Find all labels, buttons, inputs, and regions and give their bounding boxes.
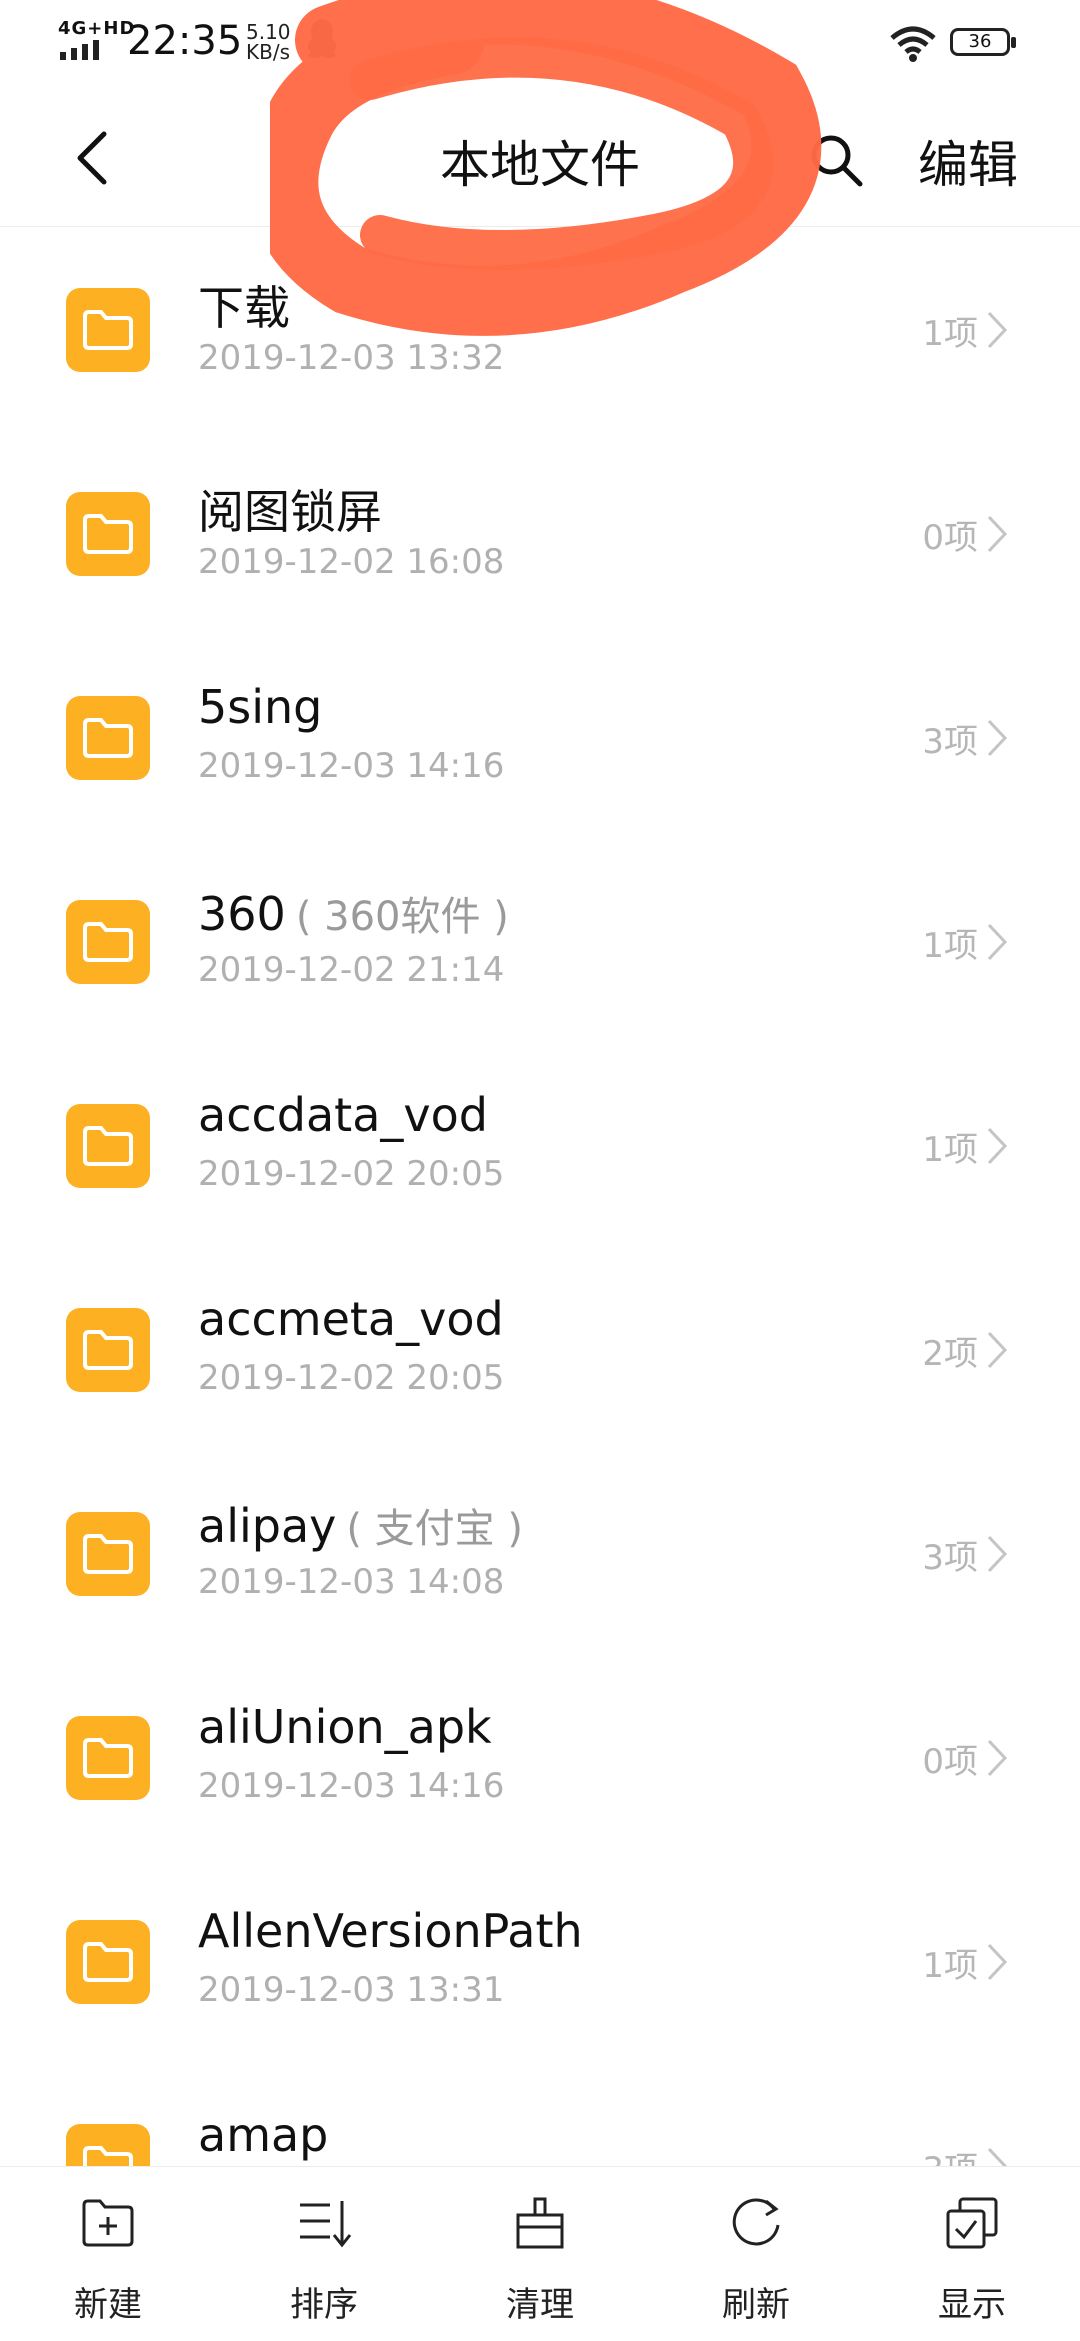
file-list: 下载 2019-12-03 13:32 1项 阅图锁屏 2019-12-02 1… bbox=[0, 226, 1080, 2166]
clean-label: 清理 bbox=[506, 2285, 574, 2325]
file-name: 阅图锁屏 bbox=[198, 485, 382, 539]
list-item[interactable]: AllenVersionPath 2019-12-03 13:31 1项 bbox=[0, 1858, 1080, 2062]
refresh-label: 刷新 bbox=[722, 2285, 790, 2325]
chevron-right-icon bbox=[987, 1127, 1008, 1165]
file-name: aliUnion_apk bbox=[198, 1700, 492, 1754]
chevron-right-icon bbox=[987, 1739, 1008, 1777]
chevron-right-icon bbox=[987, 515, 1008, 553]
list-item[interactable]: 下载 2019-12-03 13:32 1项 bbox=[0, 226, 1080, 430]
folder-icon bbox=[66, 1512, 150, 1596]
list-item[interactable]: 360( 360软件 ) 2019-12-02 21:14 1项 bbox=[0, 838, 1080, 1042]
item-count: 1项 bbox=[922, 1130, 978, 1170]
chevron-right-icon bbox=[987, 1535, 1008, 1573]
list-item[interactable]: 5sing 2019-12-03 14:16 3项 bbox=[0, 634, 1080, 838]
item-count: 1项 bbox=[922, 1946, 978, 1986]
chevron-right-icon bbox=[987, 1943, 1008, 1981]
file-date: 2019-12-02 16:08 bbox=[198, 542, 505, 582]
folder-icon bbox=[66, 288, 150, 372]
folder-icon bbox=[66, 900, 150, 984]
signal-icon bbox=[60, 40, 99, 60]
folder-icon bbox=[66, 1308, 150, 1392]
folder-icon bbox=[66, 1716, 150, 1800]
list-item[interactable]: amap 3项 bbox=[0, 2062, 1080, 2166]
folder-icon bbox=[66, 492, 150, 576]
chevron-right-icon bbox=[987, 923, 1008, 961]
display-icon bbox=[946, 2197, 998, 2249]
new-folder-icon bbox=[82, 2199, 134, 2247]
file-alias: ( 支付宝 ) bbox=[346, 1506, 523, 1552]
file-name: alipay bbox=[198, 1499, 337, 1553]
display-label: 显示 bbox=[938, 2285, 1006, 2325]
file-name: accmeta_vod bbox=[198, 1292, 504, 1346]
network-speed: 5.10 KB/s bbox=[246, 22, 291, 62]
chevron-right-icon bbox=[987, 2147, 1008, 2166]
battery-level: 36 bbox=[968, 31, 992, 52]
battery-icon: 36 bbox=[950, 28, 1018, 58]
qq-notification-icon bbox=[308, 19, 336, 58]
file-alias: ( 360软件 ) bbox=[295, 894, 509, 940]
chevron-right-icon bbox=[987, 719, 1008, 757]
chevron-right-icon bbox=[987, 311, 1008, 349]
edit-button[interactable]: 编辑 bbox=[918, 125, 1018, 197]
file-date: 2019-12-03 13:31 bbox=[198, 1970, 505, 2010]
folder-icon bbox=[66, 1104, 150, 1188]
list-item[interactable]: aliUnion_apk 2019-12-03 14:16 0项 bbox=[0, 1654, 1080, 1858]
sort-icon bbox=[300, 2201, 352, 2248]
bottom-toolbar: 新建 排序 清理 刷新 显示 bbox=[0, 2166, 1080, 2341]
file-name: 下载 bbox=[198, 281, 290, 335]
list-item[interactable]: accdata_vod 2019-12-02 20:05 1项 bbox=[0, 1042, 1080, 1246]
file-date: 2019-12-03 14:08 bbox=[198, 1562, 505, 1602]
speed-unit: KB/s bbox=[246, 40, 290, 64]
item-count: 3项 bbox=[922, 1538, 978, 1578]
file-name: 360 bbox=[198, 887, 286, 941]
chevron-right-icon bbox=[987, 1331, 1008, 1369]
clock: 22:35 bbox=[127, 18, 243, 64]
network-indicator: 4G+HD bbox=[58, 18, 136, 39]
file-date: 2019-12-02 20:05 bbox=[198, 1154, 505, 1194]
file-date: 2019-12-02 21:14 bbox=[198, 950, 505, 990]
file-name: 5sing bbox=[198, 680, 323, 734]
search-icon[interactable] bbox=[808, 132, 864, 188]
file-date: 2019-12-03 14:16 bbox=[198, 746, 505, 786]
folder-icon bbox=[66, 1920, 150, 2004]
file-date: 2019-12-03 14:16 bbox=[198, 1766, 505, 1806]
item-count: 0项 bbox=[922, 1742, 978, 1782]
display-button[interactable]: 显示 bbox=[882, 2167, 1062, 2341]
file-date: 2019-12-03 13:32 bbox=[198, 338, 505, 378]
folder-icon bbox=[66, 696, 150, 780]
broom-icon bbox=[516, 2197, 564, 2249]
item-count: 0项 bbox=[922, 518, 978, 558]
folder-icon bbox=[66, 2124, 150, 2166]
item-count: 2项 bbox=[922, 1334, 978, 1374]
list-item[interactable]: accmeta_vod 2019-12-02 20:05 2项 bbox=[0, 1246, 1080, 1450]
item-count: 1项 bbox=[922, 926, 978, 966]
file-name: amap bbox=[198, 2108, 329, 2162]
wifi-icon bbox=[890, 26, 936, 62]
speed-value: 5.10 bbox=[246, 20, 291, 44]
refresh-icon bbox=[732, 2198, 780, 2246]
sort-button[interactable]: 排序 bbox=[234, 2167, 414, 2341]
item-count: 3项 bbox=[922, 722, 978, 762]
file-date: 2019-12-02 20:05 bbox=[198, 1358, 505, 1398]
file-name: accdata_vod bbox=[198, 1088, 488, 1142]
list-item[interactable]: alipay( 支付宝 ) 2019-12-03 14:08 3项 bbox=[0, 1450, 1080, 1654]
clean-button[interactable]: 清理 bbox=[450, 2167, 630, 2341]
title-bar: 本地文件 编辑 bbox=[0, 90, 1080, 227]
item-count: 1项 bbox=[922, 314, 978, 354]
status-bar: 4G+HD 22:35 5.10 KB/s 36 bbox=[0, 0, 1080, 90]
new-button[interactable]: 新建 bbox=[18, 2167, 198, 2341]
sort-label: 排序 bbox=[290, 2285, 358, 2325]
list-item[interactable]: 阅图锁屏 2019-12-02 16:08 0项 bbox=[0, 430, 1080, 634]
new-label: 新建 bbox=[74, 2285, 142, 2325]
file-name: AllenVersionPath bbox=[198, 1904, 583, 1958]
item-count: 3项 bbox=[922, 2142, 978, 2166]
refresh-button[interactable]: 刷新 bbox=[666, 2167, 846, 2341]
